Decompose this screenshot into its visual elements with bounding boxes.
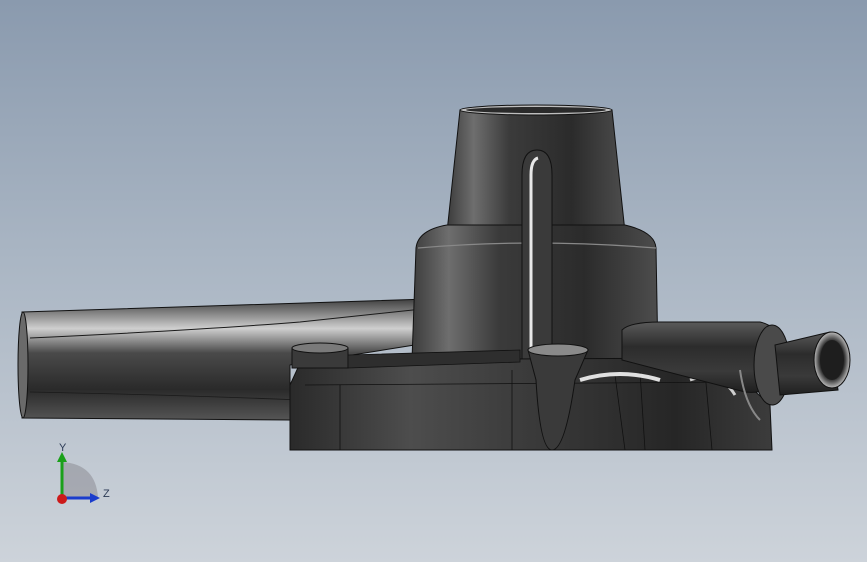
vertical-tube[interactable] [521,149,553,361]
coordinate-triad: Y Z [48,440,118,510]
y-axis-label: Y [59,442,67,454]
pump-housing-model[interactable] [0,0,867,562]
x-axis-dot-icon [57,494,67,504]
axis-plane-shading [62,462,98,498]
z-axis-label: Z [103,488,110,500]
model-viewport[interactable] [0,0,867,562]
